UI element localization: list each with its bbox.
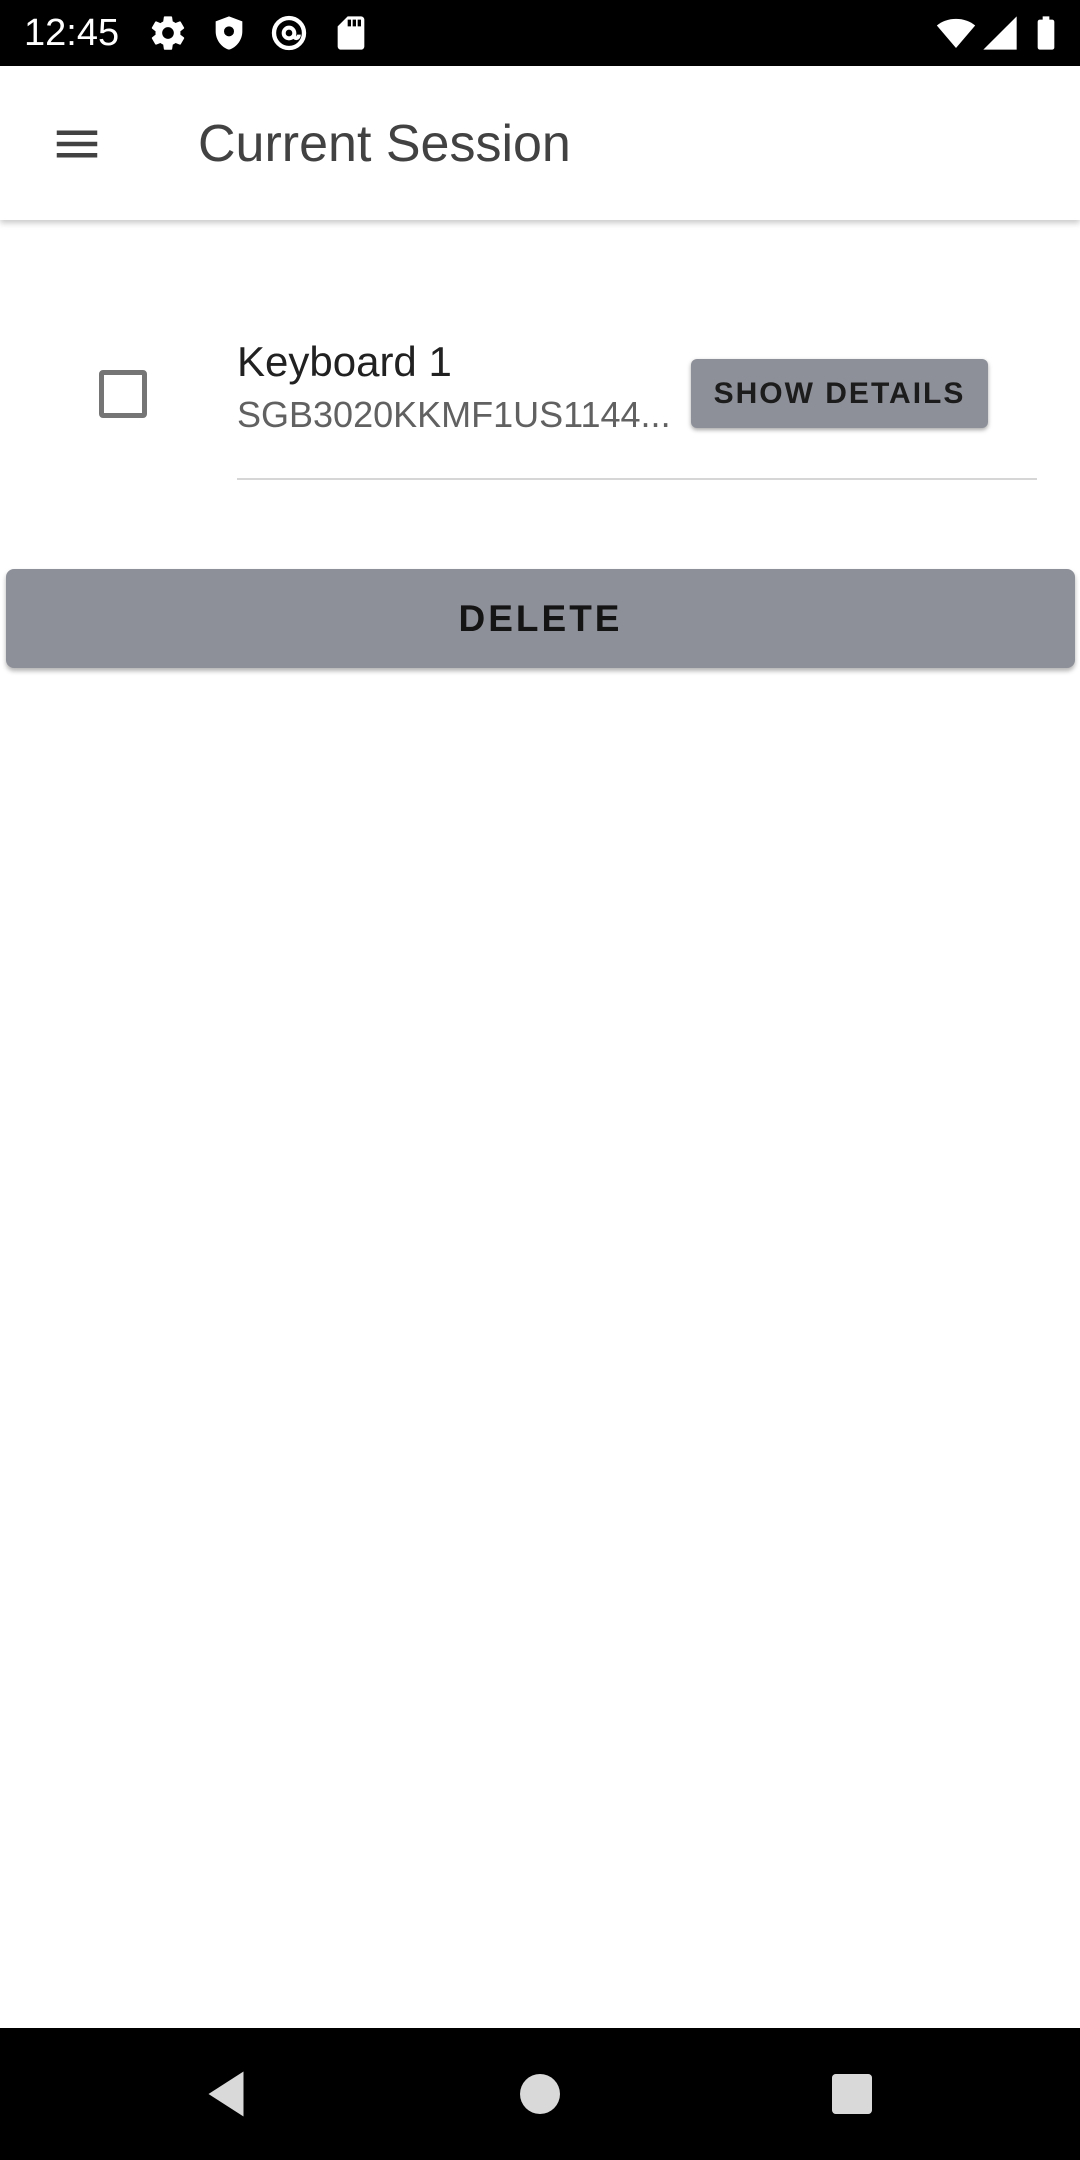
device-name: Keyboard 1 [237,338,452,385]
page-title: Current Session [198,115,571,173]
menu-button[interactable] [40,107,114,181]
show-details-button[interactable]: SHOW DETAILS [691,359,988,428]
navigation-bar [0,2028,1080,2160]
recents-icon [832,2074,872,2114]
gear-icon [148,13,188,53]
divider [237,478,1037,480]
back-icon [208,2071,244,2117]
signal-icon [980,13,1020,53]
app-bar: Current Session [0,66,1080,220]
recents-button[interactable] [816,2058,888,2130]
back-button[interactable] [190,2058,262,2130]
home-icon [520,2074,560,2114]
list-item: Keyboard 1 SGB3020KKMF1US1144... SHOW DE… [0,300,1080,480]
status-bar: 12:45 [0,0,1080,66]
device-checkbox[interactable] [99,370,147,418]
device-serial: SGB3020KKMF1US1144... [237,394,671,435]
delete-button[interactable]: DELETE [6,569,1075,668]
wifi-icon [936,13,976,53]
sd-card-icon [331,13,371,53]
shield-icon [209,13,249,53]
battery-icon [1026,13,1066,53]
menu-icon [56,130,98,158]
status-time: 12:45 [24,12,120,54]
at-sign-icon [269,13,309,53]
home-button[interactable] [504,2058,576,2130]
